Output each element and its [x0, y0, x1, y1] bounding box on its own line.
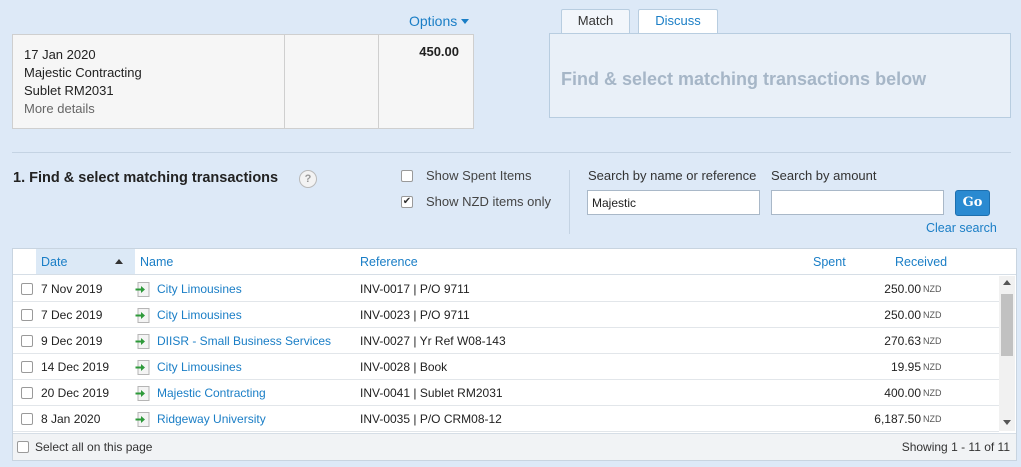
- clear-search-link[interactable]: Clear search: [926, 221, 997, 235]
- options-dropdown[interactable]: Options: [409, 13, 470, 29]
- row-checkbox[interactable]: [21, 335, 33, 347]
- statement-payee: Majestic Contracting: [24, 65, 142, 80]
- row-name-link[interactable]: City Limousines: [157, 308, 242, 322]
- vertical-divider: [569, 170, 570, 234]
- row-currency: NZD: [923, 362, 942, 372]
- row-name-link[interactable]: DIISR - Small Business Services: [157, 334, 331, 348]
- table-header: Date Name Reference Spent Received: [13, 249, 1016, 275]
- statement-details: 17 Jan 2020 Majestic Contracting Sublet …: [13, 35, 284, 128]
- invoice-arrow-icon: [135, 386, 150, 401]
- row-name-link[interactable]: City Limousines: [157, 360, 242, 374]
- row-date: 9 Dec 2019: [41, 334, 103, 348]
- table-footer: Select all on this page Showing 1 - 11 o…: [13, 433, 1016, 460]
- row-checkbox[interactable]: [21, 309, 33, 321]
- column-header-reference[interactable]: Reference: [360, 255, 418, 269]
- table-row[interactable]: 14 Dec 2019 City Limousines INV-0028 | Boo…: [13, 354, 999, 380]
- show-nzd-checkbox[interactable]: [401, 196, 413, 208]
- row-received-amount: 250.00: [884, 308, 921, 322]
- row-received-amount: 6,187.50: [874, 412, 921, 426]
- show-nzd-label: Show NZD items only: [426, 194, 551, 209]
- chevron-down-icon: [461, 19, 470, 24]
- table-row[interactable]: 9 Dec 2019 DIISR - Small Business Service…: [13, 328, 999, 354]
- column-header-spent[interactable]: Spent: [813, 255, 846, 269]
- row-date: 7 Nov 2019: [41, 282, 103, 296]
- row-reference: INV-0027 | Yr Ref W08-143: [360, 334, 506, 348]
- row-received-amount: 250.00: [884, 282, 921, 296]
- row-currency: NZD: [923, 284, 942, 294]
- column-divider: [284, 35, 285, 128]
- statement-line-card: 17 Jan 2020 Majestic Contracting Sublet …: [12, 34, 474, 129]
- more-details-link[interactable]: More details: [24, 100, 284, 118]
- row-checkbox[interactable]: [21, 283, 33, 295]
- match-placeholder-message: Find & select matching transactions belo…: [561, 69, 927, 89]
- statement-date: 17 Jan 2020: [24, 47, 96, 62]
- row-date: 8 Jan 2020: [41, 412, 101, 426]
- table-row[interactable]: 7 Nov 2019 City Limousines INV-0017 | P/O …: [13, 276, 999, 302]
- row-currency: NZD: [923, 310, 942, 320]
- statement-amount: 450.00: [419, 44, 459, 59]
- table-row[interactable]: 7 Dec 2019 City Limousines INV-0023 | P/O …: [13, 302, 999, 328]
- search-amount-input[interactable]: [771, 190, 944, 215]
- row-received-amount: 270.63: [884, 334, 921, 348]
- help-icon[interactable]: ?: [299, 170, 317, 188]
- show-spent-checkbox[interactable]: [401, 170, 413, 182]
- row-reference: INV-0023 | P/O 9711: [360, 308, 470, 322]
- statement-description: Sublet RM2031: [24, 83, 114, 98]
- row-date: 14 Dec 2019: [41, 360, 110, 374]
- row-date: 20 Dec 2019: [41, 386, 110, 400]
- row-name-link[interactable]: Ridgeway University: [157, 412, 266, 426]
- column-header-name[interactable]: Name: [140, 255, 173, 269]
- row-received-amount: 19.95: [890, 360, 921, 374]
- row-name-link[interactable]: City Limousines: [157, 282, 242, 296]
- row-date: 7 Dec 2019: [41, 308, 103, 322]
- search-name-input[interactable]: [587, 190, 760, 215]
- invoice-arrow-icon: [135, 360, 150, 375]
- invoice-arrow-icon: [135, 412, 150, 427]
- row-name-link[interactable]: Majestic Contracting: [157, 386, 266, 400]
- row-reference: INV-0028 | Book: [360, 360, 448, 374]
- invoice-arrow-icon: [135, 308, 150, 323]
- vertical-scrollbar[interactable]: [999, 276, 1015, 431]
- transactions-table: Date Name Reference Spent Received 7 Nov…: [12, 248, 1017, 461]
- column-header-date[interactable]: Date: [41, 255, 67, 269]
- row-reference: INV-0035 | P/O CRM08-12: [360, 412, 502, 426]
- scroll-up-icon[interactable]: [1003, 280, 1011, 285]
- row-checkbox[interactable]: [21, 387, 33, 399]
- column-header-received[interactable]: Received: [895, 255, 947, 269]
- row-currency: NZD: [923, 414, 942, 424]
- match-panel: Find & select matching transactions belo…: [549, 33, 1011, 118]
- tab-discuss[interactable]: Discuss: [638, 9, 718, 34]
- select-all-label: Select all on this page: [35, 440, 153, 454]
- scrollbar-thumb[interactable]: [1001, 294, 1013, 356]
- section-divider: [12, 152, 1011, 153]
- scroll-down-icon[interactable]: [1003, 420, 1011, 425]
- show-spent-label: Show Spent Items: [426, 168, 532, 183]
- search-amount-label: Search by amount: [771, 168, 877, 183]
- select-all-checkbox[interactable]: [17, 441, 29, 453]
- row-reference: INV-0017 | P/O 9711: [360, 282, 470, 296]
- table-row[interactable]: 8 Jan 2020 Ridgeway University INV-0035 | …: [13, 406, 999, 432]
- find-section-title: 1. Find & select matching transactions: [13, 170, 279, 186]
- go-button[interactable]: Go: [955, 190, 990, 216]
- invoice-arrow-icon: [135, 334, 150, 349]
- row-checkbox[interactable]: [21, 361, 33, 373]
- pagination-summary: Showing 1 - 11 of 11: [901, 440, 1010, 454]
- tab-match[interactable]: Match: [561, 9, 630, 34]
- row-currency: NZD: [923, 336, 942, 346]
- table-row[interactable]: 20 Dec 2019 Majestic Contracting INV-0041 …: [13, 380, 999, 406]
- search-name-label: Search by name or reference: [588, 168, 757, 183]
- options-label: Options: [409, 13, 458, 29]
- row-reference: INV-0041 | Sublet RM2031: [360, 386, 503, 400]
- row-currency: NZD: [923, 388, 942, 398]
- invoice-arrow-icon: [135, 282, 150, 297]
- row-checkbox[interactable]: [21, 413, 33, 425]
- sort-ascending-icon[interactable]: [115, 259, 123, 264]
- row-received-amount: 400.00: [884, 386, 921, 400]
